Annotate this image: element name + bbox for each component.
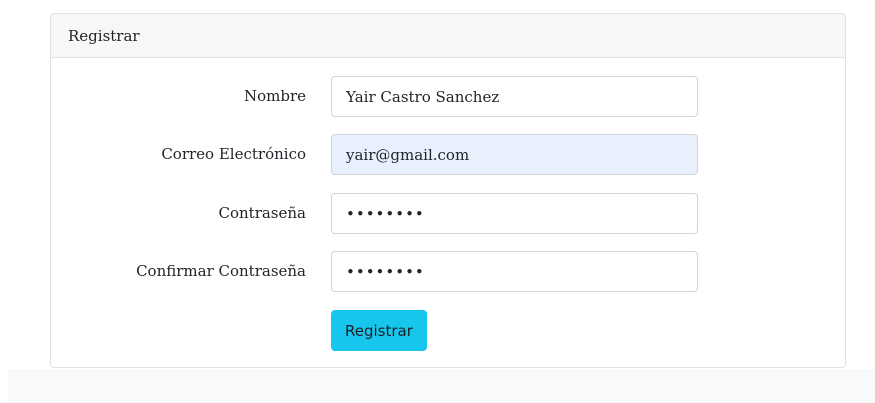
password-row: Contraseña: [51, 193, 845, 234]
name-input[interactable]: [331, 76, 698, 117]
footer-band: [8, 369, 875, 403]
confirm-password-input[interactable]: [331, 251, 698, 292]
email-input[interactable]: [331, 134, 698, 175]
password-label: Contraseña: [218, 204, 307, 222]
register-button[interactable]: Registrar: [331, 310, 427, 351]
password-input[interactable]: [331, 193, 698, 234]
name-label: Nombre: [243, 87, 306, 105]
confirm-password-label: Confirmar Contraseña: [136, 262, 306, 280]
register-card: Registrar Nombre Correo Electrónico Cont…: [50, 13, 846, 368]
card-title: Registrar: [68, 26, 140, 45]
name-row: Nombre: [51, 76, 845, 117]
email-label: Correo Electrónico: [161, 145, 306, 163]
confirm-password-row: Confirmar Contraseña: [51, 251, 845, 292]
email-row: Correo Electrónico: [51, 134, 845, 175]
card-header: Registrar: [51, 14, 845, 58]
page: Registrar Nombre Correo Electrónico Cont…: [0, 0, 875, 403]
